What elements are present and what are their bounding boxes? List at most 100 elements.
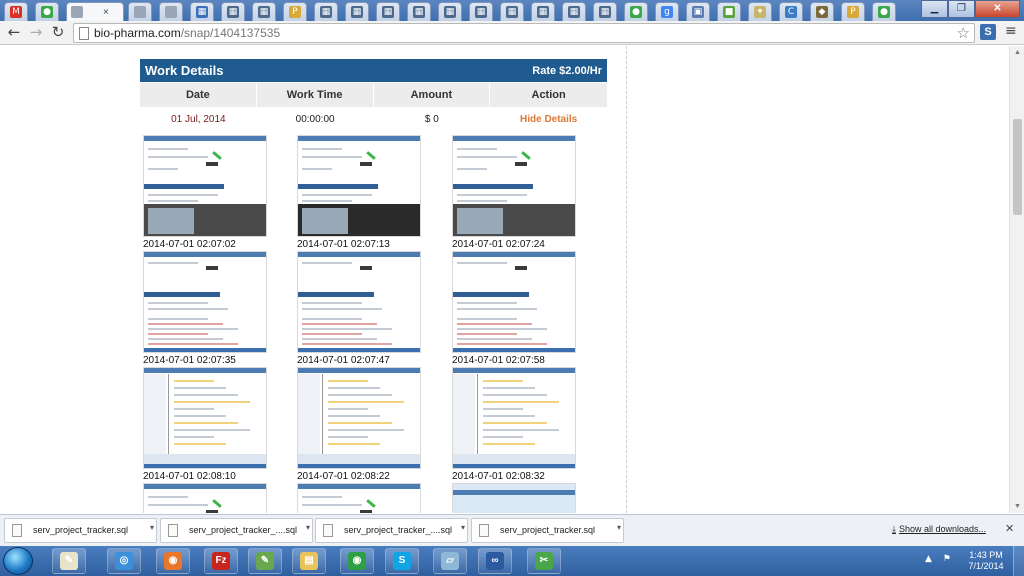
screenshot-thumbnail[interactable]: 2014-07-01 02:08:32 [452, 367, 576, 482]
forward-button[interactable]: → [27, 23, 45, 41]
taskbar-app-button[interactable]: ∞ [478, 548, 512, 574]
screenshot-timestamp: 2014-07-01 02:07:58 [452, 355, 545, 366]
browser-tab[interactable]: ● [624, 2, 648, 21]
screenshot-image[interactable] [143, 135, 267, 237]
browser-tab[interactable]: ▦ [562, 2, 586, 21]
green-circle-icon: ● [41, 6, 53, 18]
browser-tab[interactable] [128, 2, 152, 21]
extension-s-icon[interactable]: S [980, 24, 996, 40]
browser-tab[interactable]: ▦ [345, 2, 369, 21]
browser-tab[interactable]: ▦ [500, 2, 524, 21]
taskbar-app-button[interactable]: ✎ [248, 548, 282, 574]
browser-tab[interactable]: ■ [717, 2, 741, 21]
browser-tab[interactable]: ▦ [190, 2, 214, 21]
show-all-downloads-link[interactable]: ⤓ Show all downloads... [892, 524, 986, 535]
hide-details-link[interactable]: Hide Details [490, 114, 607, 125]
browser-tab[interactable]: ▦ [469, 2, 493, 21]
browser-tab[interactable]: M [4, 2, 28, 21]
screenshot-image[interactable] [297, 367, 421, 469]
chevron-down-icon[interactable]: ▾ [306, 523, 310, 532]
action-center-flag-icon[interactable]: ⚑ [943, 554, 951, 564]
screenshot-image[interactable] [452, 367, 576, 469]
reload-button[interactable]: ↻ [49, 23, 67, 41]
menu-icon[interactable]: ≡ [1005, 23, 1017, 39]
chevron-down-icon[interactable]: ▾ [461, 523, 465, 532]
minimize-button[interactable]: ▁ [921, 0, 948, 18]
screenshot-thumbnail[interactable] [297, 483, 421, 513]
download-item[interactable]: serv_project_tracker.sql ▾ [4, 518, 157, 543]
browser-tab[interactable]: ▦ [531, 2, 555, 21]
taskbar-app-button[interactable]: ▤ [292, 548, 326, 574]
taskbar-app-button[interactable]: ✂ [527, 548, 561, 574]
thumbnail-detail [148, 308, 228, 310]
browser-tab[interactable]: ● [35, 2, 59, 21]
screenshot-image[interactable] [143, 483, 267, 513]
system-clock[interactable]: 1:43 PM 7/1/2014 [962, 550, 1010, 572]
bookmark-star-icon[interactable]: ☆ [957, 24, 970, 42]
browser-tab[interactable]: g [655, 2, 679, 21]
screenshot-thumbnail[interactable] [452, 483, 576, 513]
browser-tab[interactable] [159, 2, 183, 21]
browser-tab[interactable]: P [841, 2, 865, 21]
browser-tab[interactable]: × [66, 2, 124, 21]
browser-tab[interactable]: ▣ [686, 2, 710, 21]
vertical-scrollbar[interactable]: ▲ ▼ [1009, 46, 1024, 513]
browser-tab[interactable]: ▦ [221, 2, 245, 21]
screenshot-thumbnail[interactable]: 2014-07-01 02:08:10 [143, 367, 267, 482]
screenshot-image[interactable] [143, 251, 267, 353]
close-tab-icon[interactable]: × [103, 7, 109, 18]
browser-tab[interactable]: ▦ [314, 2, 338, 21]
browser-tab[interactable]: ▦ [438, 2, 462, 21]
back-button[interactable]: ← [5, 23, 23, 41]
screenshot-image[interactable] [452, 483, 576, 513]
screenshot-thumbnail[interactable]: 2014-07-01 02:07:47 [297, 251, 421, 366]
show-hidden-icons-icon[interactable]: ▲ [925, 554, 932, 564]
browser-tab[interactable]: ● [872, 2, 896, 21]
screenshot-image[interactable] [452, 135, 576, 237]
screenshot-image[interactable] [297, 483, 421, 513]
taskbar-app-button[interactable]: ◎ [107, 548, 141, 574]
taskbar-app-button[interactable]: S [385, 548, 419, 574]
taskbar-app-button[interactable]: ▱ [433, 548, 467, 574]
browser-tab[interactable]: ▦ [376, 2, 400, 21]
restore-button[interactable]: ❐ [948, 0, 975, 18]
thumbnail-detail [457, 302, 517, 304]
browser-tab[interactable]: ◆ [810, 2, 834, 21]
address-bar[interactable]: bio-pharma.com/snap/1404137535 ☆ [73, 23, 975, 43]
taskbar-app-button[interactable]: ◉ [156, 548, 190, 574]
browser-tab[interactable]: ▦ [252, 2, 276, 21]
scroll-up-arrow-icon[interactable]: ▲ [1013, 48, 1022, 57]
scroll-down-arrow-icon[interactable]: ▼ [1013, 502, 1022, 511]
screenshot-thumbnail[interactable]: 2014-07-01 02:08:22 [297, 367, 421, 482]
screenshot-thumbnail[interactable]: 2014-07-01 02:07:02 [143, 135, 267, 250]
screenshot-thumbnail[interactable]: 2014-07-01 02:07:35 [143, 251, 267, 366]
screenshot-thumbnail[interactable]: 2014-07-01 02:07:24 [452, 135, 576, 250]
screenshot-image[interactable] [297, 251, 421, 353]
chevron-down-icon[interactable]: ▾ [150, 523, 154, 532]
screenshot-thumbnail[interactable]: 2014-07-01 02:07:13 [297, 135, 421, 250]
screenshot-image[interactable] [452, 251, 576, 353]
screenshot-image[interactable] [297, 135, 421, 237]
close-shelf-icon[interactable]: ✕ [1005, 522, 1014, 535]
scrollbar-thumb[interactable] [1013, 119, 1022, 215]
show-desktop-button[interactable] [1013, 546, 1024, 576]
screenshot-thumbnail[interactable]: 2014-07-01 02:07:58 [452, 251, 576, 366]
download-item[interactable]: serv_project_tracker_....sql ▾ [160, 518, 313, 543]
taskbar-app-button[interactable]: ✎ [52, 548, 86, 574]
taskbar-app-button[interactable]: ◉ [340, 548, 374, 574]
browser-tab[interactable]: ▦ [593, 2, 617, 21]
url-text[interactable]: bio-pharma.com/snap/1404137535 [94, 26, 280, 40]
download-item[interactable]: serv_project_tracker_....sql ▾ [315, 518, 468, 543]
browser-tab[interactable]: P [283, 2, 307, 21]
download-item[interactable]: serv_project_tracker.sql ▾ [471, 518, 624, 543]
chevron-down-icon[interactable]: ▾ [617, 523, 621, 532]
thumbnail-detail [302, 323, 377, 325]
close-window-button[interactable]: ✕ [975, 0, 1020, 18]
browser-tab[interactable]: ▦ [407, 2, 431, 21]
browser-tab[interactable]: ✦ [748, 2, 772, 21]
taskbar-app-button[interactable]: Fz [204, 548, 238, 574]
start-button[interactable] [3, 547, 33, 575]
screenshot-thumbnail[interactable] [143, 483, 267, 513]
browser-tab[interactable]: C [779, 2, 803, 21]
screenshot-image[interactable] [143, 367, 267, 469]
